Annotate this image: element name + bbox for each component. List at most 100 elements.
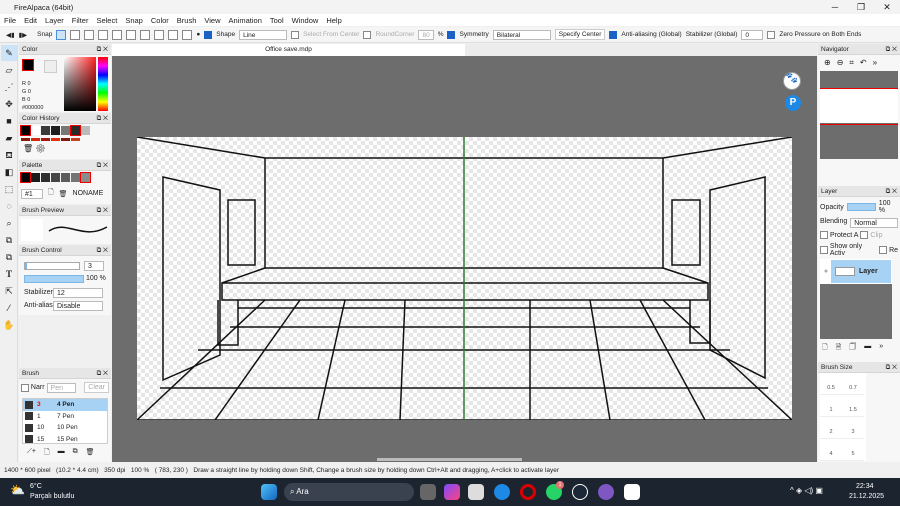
g-value[interactable]: 0	[28, 89, 31, 95]
palette-set-select[interactable]: #1	[21, 188, 43, 199]
snap-cross-button[interactable]	[84, 29, 95, 40]
color-swatch[interactable]	[41, 173, 50, 182]
add-brush-icon[interactable]: ⟋+	[27, 448, 36, 459]
trash-icon[interactable]: 🗑	[23, 144, 33, 153]
zero-pressure-checkbox[interactable]	[767, 30, 776, 39]
task-view-icon[interactable]	[420, 484, 436, 500]
foreground-color-swatch[interactable]	[22, 59, 34, 71]
color-swatch[interactable]	[80, 172, 91, 183]
transparent-color-swatch[interactable]	[44, 60, 57, 73]
lasso-tool-icon[interactable]: ◌	[1, 198, 17, 214]
fit-icon[interactable]: ⌗	[849, 58, 854, 68]
menu-filter[interactable]: Filter	[68, 16, 93, 25]
opera-icon[interactable]	[520, 484, 536, 500]
tray-icons[interactable]: ^ ◈ ◁) ▣	[790, 486, 823, 495]
firealpaca-taskbar-icon[interactable]	[624, 484, 640, 500]
shape-checkbox[interactable]	[204, 30, 213, 39]
brush-list-item[interactable]: 15 15 Pen	[23, 434, 107, 443]
document-tab[interactable]: Office save.mdp	[112, 44, 465, 56]
panel-close-icon[interactable]: ⧉ ✕	[97, 113, 108, 124]
menu-tool[interactable]: Tool	[266, 16, 288, 25]
visibility-icon[interactable]: ●	[821, 260, 831, 283]
symmetry-checkbox[interactable]	[447, 30, 456, 39]
stabilizer-select[interactable]: 12	[53, 288, 103, 298]
drawing-canvas[interactable]	[137, 137, 792, 420]
color-swatch[interactable]	[31, 173, 40, 182]
magic-wand-tool-icon[interactable]: ⌕	[1, 215, 17, 231]
more-icon[interactable]: »	[873, 58, 877, 68]
brush-search-input[interactable]: Pen	[46, 382, 77, 393]
menu-help[interactable]: Help	[322, 16, 345, 25]
brush-size-cell[interactable]: 4	[820, 439, 842, 461]
antialiasing-checkbox[interactable]	[609, 30, 618, 39]
duplicate-icon[interactable]: ⧉	[73, 448, 78, 459]
clear-button[interactable]: Clear	[84, 382, 109, 393]
new-1bit-layer-icon[interactable]: 🗍	[849, 343, 856, 354]
color-swatch[interactable]	[51, 173, 60, 182]
snap-layout-button[interactable]	[182, 29, 193, 40]
menu-view[interactable]: View	[200, 16, 224, 25]
select-from-center-checkbox[interactable]	[291, 30, 300, 39]
zoom-in-icon[interactable]: ⊕	[824, 58, 831, 68]
snap-radial-button[interactable]	[112, 29, 123, 40]
minimize-button[interactable]: ─	[822, 0, 848, 14]
narrow-checkbox[interactable]	[21, 383, 29, 392]
round-corner-checkbox[interactable]	[363, 30, 372, 39]
brush-list-item[interactable]: 3 4 Pen	[23, 399, 107, 411]
color-swatch[interactable]	[51, 126, 60, 135]
brush-size-cell[interactable]: 1.5	[842, 395, 864, 417]
panel-close-icon[interactable]: ⧉ ✕	[886, 44, 897, 55]
start-icon[interactable]	[261, 484, 277, 500]
eraser-tool-icon[interactable]: ▱	[1, 62, 17, 78]
antialias-select[interactable]: Disable	[53, 301, 103, 311]
clip-checkbox[interactable]	[860, 231, 869, 239]
color-swatch[interactable]	[70, 125, 81, 136]
bucket-tool-icon[interactable]: ▰	[1, 130, 17, 146]
hand-tool-icon[interactable]: ✋	[1, 317, 17, 333]
panel-close-icon[interactable]: ⧉ ✕	[97, 368, 108, 379]
maximize-button[interactable]: ❐	[848, 0, 874, 14]
text-tool-icon[interactable]: T	[1, 266, 17, 282]
next-frame-icon[interactable]: ▮▶	[19, 31, 28, 39]
new-layer-icon[interactable]: 🗋	[822, 343, 828, 354]
round-corner-input[interactable]: 80	[418, 29, 434, 40]
weather-icon[interactable]: ⛅	[10, 483, 25, 497]
color-swatch[interactable]	[71, 173, 80, 182]
snap-circle-button[interactable]	[126, 29, 137, 40]
color-swatch[interactable]	[81, 126, 90, 135]
delete-palette-icon[interactable]: 🗑	[59, 190, 68, 198]
panel-close-icon[interactable]: ⧉ ✕	[97, 245, 108, 256]
brush-opacity-slider[interactable]	[24, 275, 84, 283]
rotate-icon[interactable]: ↶	[860, 58, 867, 68]
snap-off-button[interactable]	[56, 29, 67, 40]
brush-size-cell[interactable]: 5	[842, 439, 864, 461]
symmetry-select[interactable]: Bilateral	[492, 29, 551, 40]
alpaca-mascot-icon[interactable]: 🐾	[783, 72, 801, 90]
fill-rect-tool-icon[interactable]: ■	[1, 113, 17, 129]
new-palette-icon[interactable]: 🗋	[48, 188, 54, 199]
app-icon[interactable]	[598, 484, 614, 500]
color-swatch[interactable]	[41, 126, 50, 135]
layer-row[interactable]: ● Layer	[820, 259, 892, 284]
menu-window[interactable]: Window	[288, 16, 323, 25]
select-eraser-tool-icon[interactable]: ⧉	[1, 249, 17, 265]
specify-center-button[interactable]: Specify Center	[554, 29, 606, 40]
snap-grid-button[interactable]	[168, 29, 179, 40]
r-value[interactable]: 0	[28, 81, 31, 87]
eyedropper-tool-icon[interactable]: ⁄	[1, 300, 17, 316]
shape-select[interactable]: Line	[239, 29, 288, 40]
brush-size-slider[interactable]	[24, 262, 80, 270]
copilot-icon[interactable]	[444, 484, 460, 500]
color-swatch[interactable]	[20, 125, 31, 136]
dot-tool-icon[interactable]: ⋰	[1, 79, 17, 95]
color-swatch[interactable]	[61, 126, 70, 135]
gradient-tool-icon[interactable]: ◧	[1, 164, 17, 180]
layer-folder-icon[interactable]: ▬	[864, 343, 871, 354]
brush-size-input[interactable]: 3	[84, 261, 104, 271]
search-box[interactable]: ⌕ Ara	[284, 483, 414, 501]
clock-time[interactable]: 22:34	[856, 483, 874, 490]
menu-edit[interactable]: Edit	[20, 16, 41, 25]
brush-size-cell[interactable]: 3	[842, 417, 864, 439]
panel-close-icon[interactable]: ⧉ ✕	[886, 186, 897, 197]
color-swatch[interactable]	[61, 173, 70, 182]
